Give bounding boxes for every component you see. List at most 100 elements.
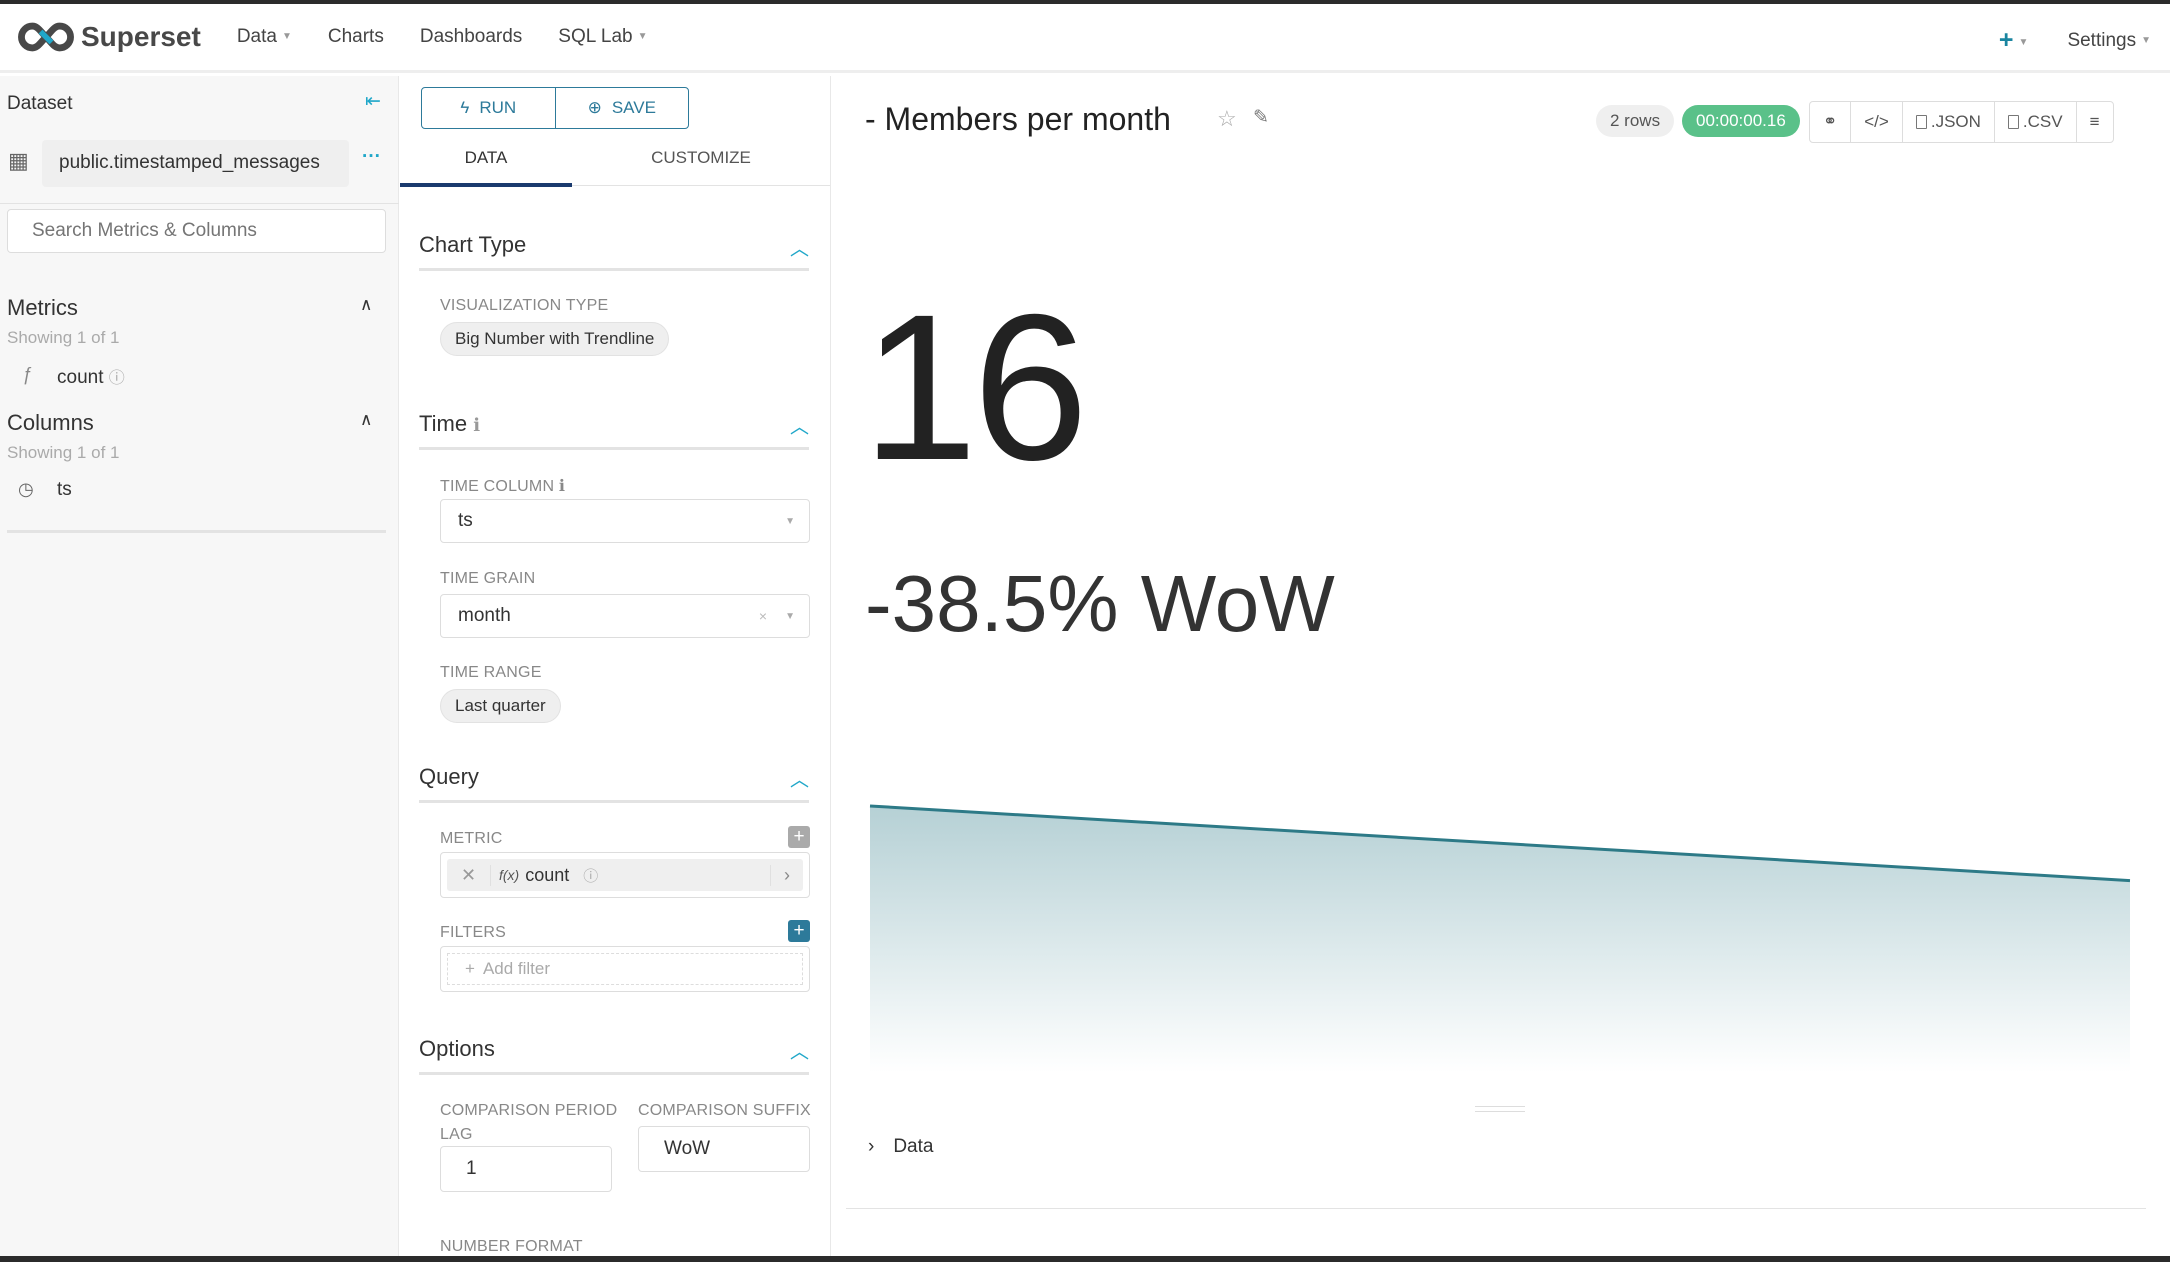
remove-metric-icon[interactable]: ✕ (447, 865, 491, 886)
metrics-count: Showing 1 of 1 (7, 328, 119, 348)
run-button[interactable]: ϟRUN (422, 88, 556, 128)
nav-data[interactable]: Data▼ (237, 26, 292, 48)
clear-icon[interactable]: × (759, 608, 767, 624)
caret-down-icon: ▼ (638, 31, 648, 42)
add-filter-input[interactable]: + Add filter (447, 953, 803, 985)
more-menu-button[interactable]: ≡ (2077, 102, 2113, 142)
collapse-chart-type-icon[interactable]: ︿ (790, 234, 809, 261)
big-number: 16 (862, 284, 1083, 492)
info-icon: ℹ (473, 415, 480, 435)
column-item[interactable]: ts (57, 479, 72, 501)
plus-icon: + (1999, 26, 2014, 54)
chart-panel: - Members per month ☆ ✎ 2 rows 00:00:00.… (832, 76, 2170, 1256)
control-panel: ϟRUN ⊕SAVE DATA CUSTOMIZE Chart Type ︿ V… (400, 76, 831, 1256)
metric-item[interactable]: count ⓘ (57, 364, 125, 389)
caret-down-icon: ▼ (785, 611, 795, 622)
hamburger-icon: ≡ (2090, 112, 2100, 132)
data-toggle[interactable]: ›Data (868, 1136, 933, 1158)
collapse-time-icon[interactable]: ︿ (790, 412, 809, 439)
run-label: RUN (479, 98, 516, 118)
time-grain-value: month (458, 605, 511, 627)
caret-down-icon: ▼ (2141, 35, 2151, 46)
nav-charts[interactable]: Charts (328, 26, 384, 48)
collapse-metrics-icon[interactable]: ∧ (360, 295, 372, 315)
comparison-suffix-label: COMPARISON SUFFIX (638, 1102, 811, 1120)
add-metric-button[interactable]: + (788, 826, 810, 848)
resize-handle[interactable] (1475, 1106, 1525, 1112)
help-icon: ⓘ (583, 865, 598, 886)
nav-sql-lab[interactable]: SQL Lab ▼ (558, 26, 647, 48)
csv-label: .CSV (2023, 112, 2063, 132)
time-grain-select[interactable]: month × ▼ (440, 594, 810, 638)
embed-button[interactable]: </> (1851, 102, 1903, 142)
options-heading: Options (419, 1036, 495, 1062)
number-format-label: NUMBER FORMAT (440, 1238, 583, 1256)
dataset-name[interactable]: public.timestamped_messages (42, 140, 349, 187)
time-column-select[interactable]: ts▼ (440, 499, 810, 543)
comparison-lag-input[interactable]: 1 (440, 1146, 612, 1192)
export-json-button[interactable]: .JSON (1903, 102, 1995, 142)
query-timer-badge: 00:00:00.16 (1682, 105, 1800, 137)
collapse-query-icon[interactable]: ︿ (790, 765, 809, 792)
tab-customize[interactable]: CUSTOMIZE (572, 140, 830, 187)
save-label: SAVE (612, 98, 656, 118)
link-button[interactable]: ⚭ (1810, 102, 1851, 142)
collapse-panel-icon[interactable]: ⇤ (365, 90, 381, 113)
collapse-options-icon[interactable]: ︿ (790, 1037, 809, 1064)
chevron-right-icon[interactable]: › (770, 865, 803, 886)
settings-label: Settings (2067, 30, 2136, 51)
metric-label: METRIC (440, 830, 503, 848)
edit-icon[interactable]: ✎ (1253, 106, 1269, 129)
new-button[interactable]: +▼ (1999, 26, 2029, 55)
export-csv-button[interactable]: .CSV (1995, 102, 2077, 142)
dataset-title: Dataset (7, 93, 72, 115)
query-heading: Query (419, 764, 479, 790)
table-icon: ▦ (8, 148, 29, 174)
save-button[interactable]: ⊕SAVE (556, 88, 689, 128)
add-filter-label: Add filter (483, 959, 550, 979)
brand-name: Superset (81, 21, 201, 53)
superset-logo-icon (17, 22, 75, 52)
nav-sql-lab-label: SQL Lab (558, 26, 632, 47)
collapse-columns-icon[interactable]: ∧ (360, 410, 372, 430)
superset-explore: Superset Data▼ Charts Dashboards SQL Lab… (0, 0, 2170, 1262)
plus-icon: + (465, 959, 475, 979)
row-count-badge: 2 rows (1596, 105, 1674, 137)
file-icon (2008, 115, 2019, 129)
caret-down-icon: ▼ (785, 516, 795, 527)
columns-count: Showing 1 of 1 (7, 443, 119, 463)
viz-type-label: VISUALIZATION TYPE (440, 297, 608, 315)
json-label: .JSON (1931, 112, 1981, 132)
nav-dashboards[interactable]: Dashboards (420, 26, 522, 48)
comparison-suffix-input[interactable]: WoW (638, 1126, 810, 1172)
more-options-icon[interactable]: ··· (362, 146, 381, 168)
chart-title[interactable]: - Members per month (865, 101, 1171, 138)
metric-name: count (57, 367, 103, 388)
function-icon: ƒ (22, 364, 32, 385)
comparison-value: -38.5% WoW (865, 555, 1335, 652)
search-metrics-columns-input[interactable] (7, 209, 386, 253)
superset-logo[interactable]: Superset (17, 21, 201, 53)
navbar: Superset Data▼ Charts Dashboards SQL Lab… (0, 4, 2170, 73)
function-icon: f(x) (499, 867, 519, 883)
tab-data[interactable]: DATA (400, 140, 572, 187)
metric-chip[interactable]: ✕ f(x) count ⓘ › (447, 859, 803, 891)
viz-type-selector[interactable]: Big Number with Trendline (440, 322, 669, 356)
info-icon: ℹ (559, 478, 565, 495)
data-toggle-label: Data (893, 1136, 933, 1158)
settings-menu[interactable]: Settings ▼ (2067, 30, 2151, 52)
time-range-label: TIME RANGE (440, 664, 542, 682)
help-icon: ⓘ (109, 370, 125, 387)
dataset-panel: Dataset ⇤ ▦ public.timestamped_messages … (0, 76, 399, 1256)
metric-chip-label: count (525, 865, 569, 886)
trendline-area (870, 806, 2130, 1073)
caret-down-icon: ▼ (2019, 37, 2029, 48)
link-icon: ⚭ (1823, 112, 1837, 132)
add-filter-button[interactable]: + (788, 920, 810, 942)
nav-data-label: Data (237, 26, 277, 47)
file-icon (1916, 115, 1927, 129)
star-icon[interactable]: ☆ (1217, 106, 1237, 132)
time-title: Time (419, 411, 467, 436)
code-icon: </> (1864, 112, 1889, 132)
time-range-selector[interactable]: Last quarter (440, 689, 561, 723)
